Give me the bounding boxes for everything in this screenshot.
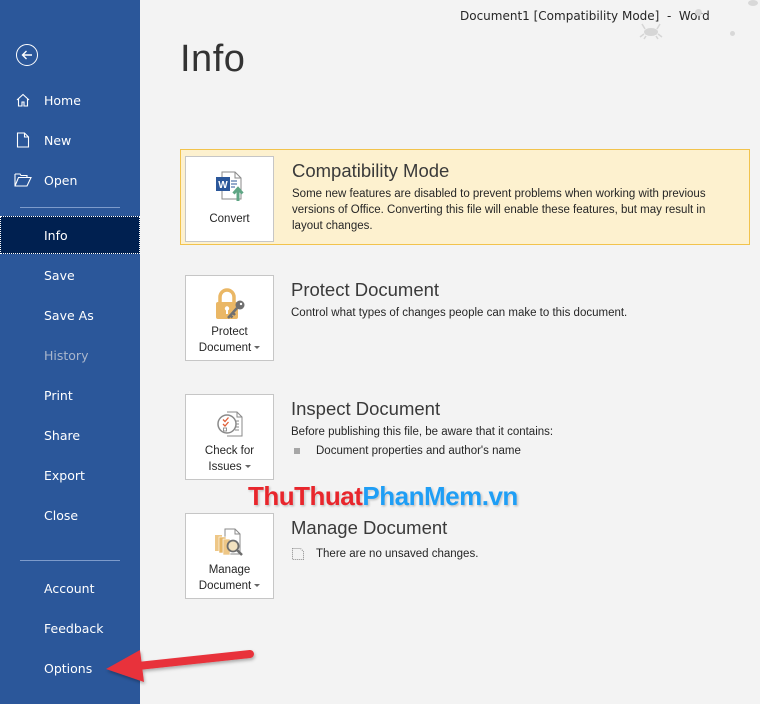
sidebar-item-home[interactable]: Home <box>0 81 140 119</box>
sidebar-item-print[interactable]: Print <box>0 376 140 414</box>
sidebar-item-label: Open <box>44 172 78 188</box>
watermark-part1: ThuThuat <box>248 481 363 511</box>
lock-key-icon <box>212 288 248 322</box>
protect-document-section: Protect Document Protect Document Contro… <box>180 270 750 366</box>
sidebar-divider <box>20 207 120 208</box>
section-heading: Manage Document <box>291 517 448 538</box>
protect-document-label: Protect Document <box>198 324 261 356</box>
sidebar-item-label: Share <box>44 427 81 443</box>
section-heading: Protect Document <box>291 279 440 300</box>
back-button[interactable] <box>16 44 38 66</box>
dropdown-caret-icon <box>254 346 261 350</box>
section-description: Some new features are disabled to preven… <box>292 188 706 232</box>
watermark: ThuThuatPhanMem.vn <box>248 481 518 512</box>
back-arrow-icon <box>21 50 32 60</box>
page-title: Info <box>180 38 246 80</box>
sidebar-item-label: Close <box>44 507 79 523</box>
sidebar-item-export[interactable]: Export <box>0 456 140 494</box>
label-line: Document <box>198 580 252 592</box>
protect-document-button[interactable]: Protect Document <box>185 275 274 361</box>
section-description: Before publishing this file, be aware th… <box>291 426 554 438</box>
decorative-bubble <box>748 0 758 6</box>
inspect-document-section: Check for Issues Inspect Document Before… <box>180 389 750 485</box>
checklist-inspect-icon <box>215 407 245 441</box>
convert-word-icon: W <box>213 169 247 203</box>
home-icon <box>0 92 44 108</box>
sidebar-item-label: Print <box>44 387 73 403</box>
sidebar-item-open[interactable]: Open <box>0 161 140 199</box>
status-text: There are no unsaved changes. <box>316 548 479 560</box>
window-title: Document1 [Compatibility Mode] - Word <box>460 9 710 23</box>
sidebar-item-label: History <box>44 347 89 363</box>
sidebar-item-history: History <box>0 336 140 374</box>
compatibility-mode-section: W Convert Compatibility Mode Some new fe… <box>180 149 750 245</box>
sidebar-item-label: Info <box>44 227 68 243</box>
sidebar-item-label: Home <box>44 92 81 108</box>
convert-button[interactable]: W Convert <box>185 156 274 242</box>
label-line: Protect <box>211 326 248 338</box>
document-status-icon <box>292 547 304 560</box>
open-folder-icon <box>0 173 44 187</box>
sidebar-item-label: Account <box>44 580 95 596</box>
section-heading: Inspect Document <box>291 398 441 419</box>
dropdown-caret-icon <box>254 584 261 588</box>
bullet-text: Document properties and author's name <box>316 445 521 457</box>
new-document-icon <box>0 132 44 148</box>
backstage-sidebar: Home New Open Info Save Save As History … <box>0 0 140 704</box>
sidebar-item-label: Feedback <box>44 620 104 636</box>
sidebar-item-new[interactable]: New <box>0 121 140 159</box>
sidebar-item-info[interactable]: Info <box>0 216 140 254</box>
label-line: Manage <box>208 564 251 576</box>
crab-decoration-icon <box>639 23 663 40</box>
watermark-part2: PhanMem.vn <box>362 481 518 511</box>
bullet-icon <box>294 447 300 454</box>
dropdown-caret-icon <box>244 465 251 469</box>
sidebar-item-label: Save As <box>44 307 94 323</box>
sidebar-item-label: Options <box>44 660 93 676</box>
manage-document-section: Manage Document Manage Document There ar… <box>180 508 750 604</box>
section-description: Control what types of changes people can… <box>291 307 628 319</box>
convert-label: Convert <box>209 213 250 225</box>
manage-document-label: Manage Document <box>198 562 261 594</box>
manage-versions-icon <box>213 526 247 560</box>
check-for-issues-button[interactable]: Check for Issues <box>185 394 274 480</box>
inspect-bullet-item: Document properties and author's name <box>291 443 731 459</box>
label-line: Issues <box>208 461 242 473</box>
label-line: Check for <box>204 445 255 457</box>
section-heading: Compatibility Mode <box>292 160 450 181</box>
sidebar-item-account[interactable]: Account <box>0 569 140 607</box>
sidebar-item-label: New <box>44 132 72 148</box>
sidebar-item-share[interactable]: Share <box>0 416 140 454</box>
annotation-arrow-icon <box>106 650 254 682</box>
sidebar-item-save-as[interactable]: Save As <box>0 296 140 334</box>
sidebar-item-save[interactable]: Save <box>0 256 140 294</box>
sidebar-item-label: Save <box>44 267 75 283</box>
check-for-issues-label: Check for Issues <box>205 443 254 475</box>
label-line: Document <box>198 342 252 354</box>
sidebar-item-label: Export <box>44 467 85 483</box>
svg-text:W: W <box>218 180 228 191</box>
decorative-bubble <box>695 9 702 16</box>
decorative-bubble <box>730 31 735 36</box>
manage-document-button[interactable]: Manage Document <box>185 513 274 599</box>
unsaved-changes-status: There are no unsaved changes. <box>291 546 731 562</box>
sidebar-divider <box>20 560 120 561</box>
sidebar-item-close[interactable]: Close <box>0 496 140 534</box>
